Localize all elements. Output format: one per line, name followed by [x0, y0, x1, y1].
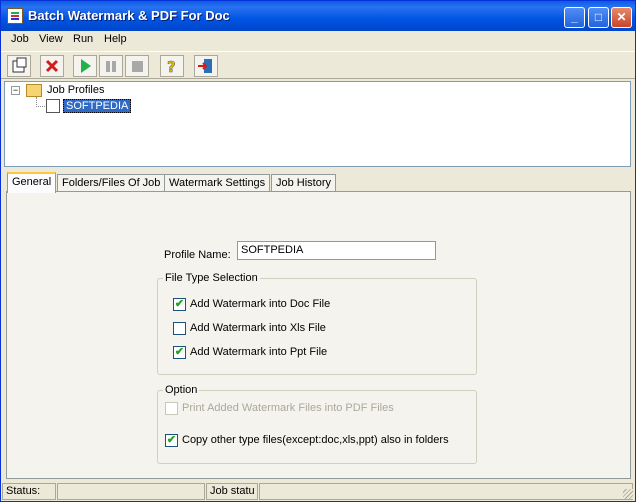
delete-button[interactable] — [40, 55, 64, 77]
window-title: Batch Watermark & PDF For Doc — [28, 8, 230, 23]
copy-other-files-checkbox-label[interactable]: Copy other type files(except:doc,xls,ppt… — [182, 434, 449, 446]
menu-view[interactable]: View — [39, 33, 63, 45]
pause-icon — [106, 61, 116, 72]
run-icon — [81, 59, 91, 73]
tree-collapse-toggle[interactable]: − — [11, 86, 20, 95]
app-icon — [7, 8, 23, 24]
minimize-button[interactable]: _ — [564, 7, 585, 28]
tab-watermark-settings[interactable]: Watermark Settings — [164, 174, 271, 192]
ppt-checkbox[interactable]: ✔ — [173, 346, 186, 359]
status-pane-filler — [259, 483, 633, 500]
pause-button[interactable] — [99, 55, 123, 77]
folder-icon — [26, 84, 42, 97]
tree-root-job-profiles[interactable]: Job Profiles — [47, 84, 104, 96]
xls-checkbox-label[interactable]: Add Watermark into Xls File — [190, 322, 326, 334]
exit-button[interactable] — [194, 55, 218, 77]
xls-checkbox[interactable] — [173, 322, 186, 335]
tree-item-softpedia[interactable]: SOFTPEDIA — [63, 99, 132, 113]
tab-folders-files[interactable]: Folders/Files Of Job — [57, 174, 166, 192]
delete-icon — [45, 59, 59, 73]
title-bar[interactable]: Batch Watermark & PDF For Doc _ □ ✕ — [1, 1, 635, 31]
menu-job[interactable]: Job — [11, 33, 29, 45]
toolbar: ? — [1, 51, 635, 79]
help-button[interactable]: ? — [160, 55, 184, 77]
maximize-button[interactable]: □ — [588, 7, 609, 28]
job-status-pane: Job statu — [206, 483, 258, 500]
status-bar: Status: Job statu — [1, 482, 635, 501]
profile-name-label: Profile Name: — [164, 249, 231, 261]
tab-general[interactable]: General — [7, 172, 57, 193]
exit-icon — [198, 59, 212, 73]
help-icon: ? — [167, 58, 176, 77]
tab-job-history[interactable]: Job History — [271, 174, 337, 192]
status-label: Status: — [2, 483, 56, 500]
close-button[interactable]: ✕ — [611, 7, 632, 28]
tree-connector — [36, 106, 45, 108]
profile-name-input[interactable]: SOFTPEDIA — [237, 241, 436, 260]
job-profiles-tree[interactable]: − Job Profiles SOFTPEDIA — [4, 81, 631, 167]
svg-text:?: ? — [167, 58, 176, 76]
new-profile-icon — [12, 57, 27, 73]
file-type-group-title: File Type Selection — [163, 272, 260, 284]
new-profile-button[interactable] — [7, 55, 31, 77]
print-pdf-checkbox-label: Print Added Watermark Files into PDF Fil… — [182, 402, 394, 414]
menu-help[interactable]: Help — [104, 33, 127, 45]
status-pane-empty — [57, 483, 205, 500]
menu-run[interactable]: Run — [73, 33, 93, 45]
copy-other-files-checkbox[interactable]: ✔ — [165, 434, 178, 447]
ppt-checkbox-label[interactable]: Add Watermark into Ppt File — [190, 346, 327, 358]
resize-grip[interactable] — [623, 489, 633, 499]
doc-checkbox[interactable]: ✔ — [173, 298, 186, 311]
profile-icon — [46, 99, 60, 113]
doc-checkbox-label[interactable]: Add Watermark into Doc File — [190, 298, 330, 310]
run-button[interactable] — [73, 55, 97, 77]
stop-button[interactable] — [125, 55, 149, 77]
option-group-title: Option — [163, 384, 200, 396]
app-window: Batch Watermark & PDF For Doc _ □ ✕ Job … — [0, 0, 636, 502]
stop-icon — [132, 61, 143, 72]
menu-bar: Job View Run Help — [1, 31, 635, 49]
print-pdf-checkbox — [165, 402, 178, 415]
